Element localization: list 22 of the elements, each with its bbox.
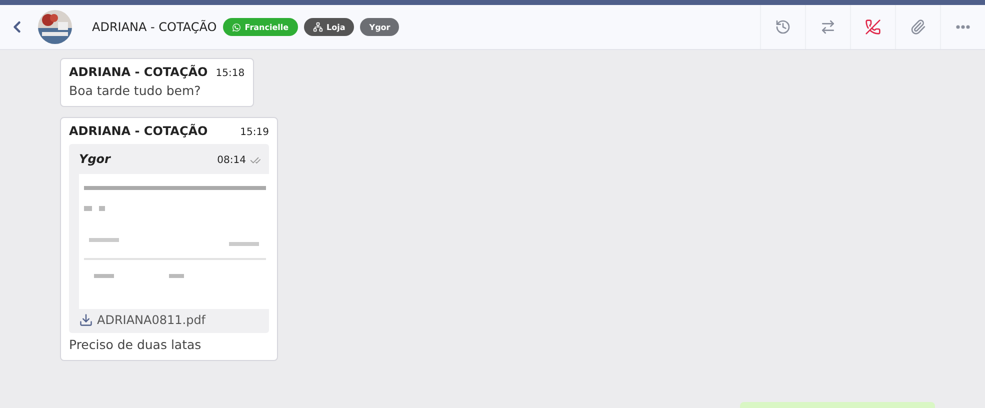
chat-title: ADRIANA - COTAÇÃO [92,20,217,34]
whatsapp-icon [232,22,241,32]
message-time: 15:18 [216,68,245,79]
message-text: Preciso de duas latas [69,337,202,352]
tag-badge: Francielle [222,18,298,36]
quoted-sender: Ygor [79,152,110,166]
file-link[interactable]: ADRIANA0811.pdf [79,313,261,327]
phone-off-icon [865,19,881,35]
quoted-time: 08:14 [217,155,246,166]
hierarchy-icon [312,22,323,32]
download-icon [79,313,93,327]
paperclip-icon [910,19,926,35]
tag-badge: Ygor [360,18,400,36]
more-icon [956,25,970,29]
history-icon [775,19,791,35]
message-text: Boa tarde tudo bem? [69,83,202,98]
transfer-arrows-icon [820,19,836,35]
message-time: 15:19 [240,127,269,138]
sender-name: ADRIANA - COTAÇÃO [69,65,208,79]
tag-badge: Loja [304,18,354,36]
double-check-icon [250,155,261,166]
sender-name: ADRIANA - COTAÇÃO [69,124,208,138]
